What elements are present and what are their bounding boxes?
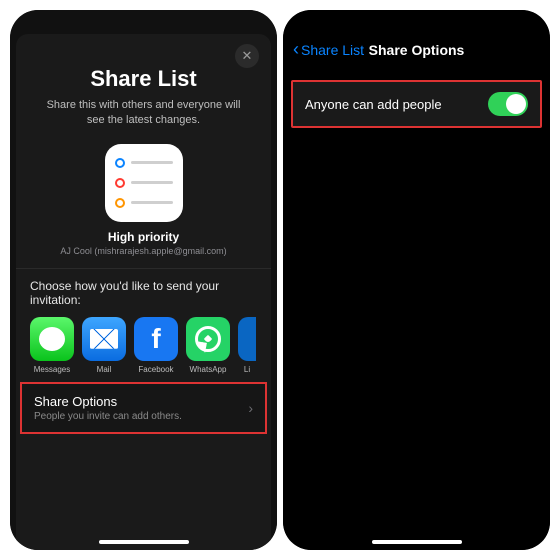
nav-bar: ‹ Share List Share Options (283, 36, 550, 64)
nav-title: Share Options (369, 42, 465, 58)
page-description: Share this with others and everyone will… (30, 98, 257, 128)
home-indicator[interactable] (372, 540, 462, 544)
share-app-facebook[interactable]: f Facebook (134, 317, 178, 374)
close-button[interactable]: ✕ (235, 44, 259, 68)
back-button[interactable]: ‹ Share List (293, 36, 364, 64)
share-options-sub: People you invite can add others. (34, 411, 253, 422)
back-label: Share List (301, 42, 364, 58)
whatsapp-icon (186, 317, 230, 361)
toggle-label: Anyone can add people (305, 97, 442, 112)
share-app-messages[interactable]: Messages (30, 317, 74, 374)
anyone-can-add-row[interactable]: Anyone can add people (291, 80, 542, 128)
phone-share-options: ‹ Share List Share Options Anyone can ad… (283, 10, 550, 550)
share-options-title: Share Options (34, 394, 253, 409)
page-title: Share List (30, 66, 257, 92)
messages-icon (30, 317, 74, 361)
app-label: Messages (30, 365, 74, 374)
list-owner: AJ Cool (mishrarajesh.apple@gmail.com) (30, 246, 257, 256)
chevron-left-icon: ‹ (293, 39, 299, 60)
linkedin-icon (238, 317, 256, 361)
share-options-button[interactable]: Share Options People you invite can add … (20, 382, 267, 434)
share-app-linkedin[interactable]: Li (238, 317, 256, 374)
facebook-icon: f (134, 317, 178, 361)
app-label: Li (238, 365, 256, 374)
app-label: Facebook (134, 365, 178, 374)
reminders-list-icon (105, 144, 183, 222)
phone-inner: ‹ Share List Share Options Anyone can ad… (283, 10, 550, 550)
share-app-mail[interactable]: Mail (82, 317, 126, 374)
list-name: High priority (30, 230, 257, 244)
home-indicator[interactable] (99, 540, 189, 544)
mail-icon (82, 317, 126, 361)
chevron-right-icon: › (248, 400, 253, 416)
app-label: WhatsApp (186, 365, 230, 374)
share-app-whatsapp[interactable]: WhatsApp (186, 317, 230, 374)
invite-heading: Choose how you'd like to send your invit… (30, 279, 257, 307)
share-sheet: ✕ Share List Share this with others and … (16, 34, 271, 550)
toggle-switch[interactable] (488, 92, 528, 116)
share-apps-row: Messages Mail f Facebook WhatsApp (30, 317, 257, 382)
phone-share-list: ✕ Share List Share this with others and … (10, 10, 277, 550)
app-label: Mail (82, 365, 126, 374)
phone-inner: ✕ Share List Share this with others and … (10, 10, 277, 550)
divider (16, 268, 271, 269)
close-icon: ✕ (242, 48, 253, 64)
